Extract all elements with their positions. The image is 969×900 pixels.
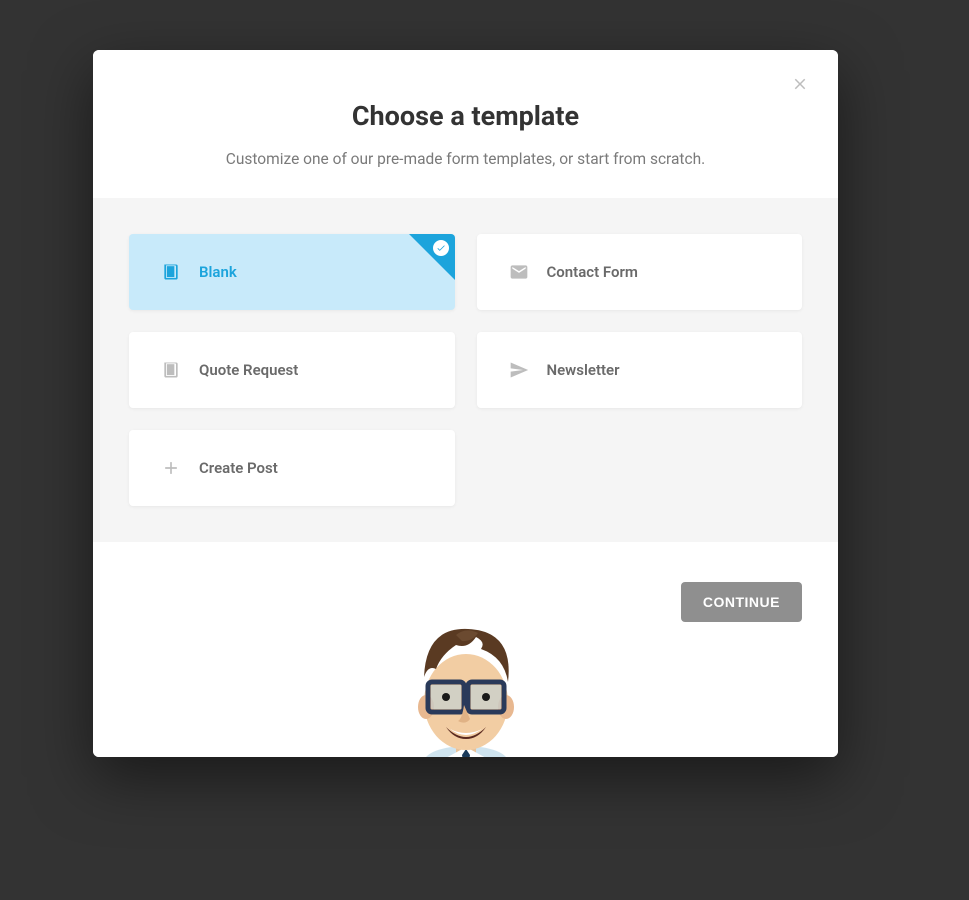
template-card-contact-form[interactable]: Contact Form <box>477 234 803 310</box>
mascot-illustration <box>386 587 546 757</box>
template-card-newsletter[interactable]: Newsletter <box>477 332 803 408</box>
template-card-blank[interactable]: Blank <box>129 234 455 310</box>
modal-body: Blank Contact Form Quote Request Newslet… <box>93 198 838 542</box>
continue-button[interactable]: CONTINUE <box>681 582 802 622</box>
template-card-create-post[interactable]: Create Post <box>129 430 455 506</box>
template-grid: Blank Contact Form Quote Request Newslet… <box>129 234 802 506</box>
book-icon <box>161 262 181 282</box>
mail-icon <box>509 262 529 282</box>
template-label: Quote Request <box>199 361 298 379</box>
modal-subtitle: Customize one of our pre-made form templ… <box>133 150 798 168</box>
template-card-quote-request[interactable]: Quote Request <box>129 332 455 408</box>
book-icon <box>161 360 181 380</box>
modal-title: Choose a template <box>133 100 798 132</box>
modal-header: Choose a template Customize one of our p… <box>93 50 838 198</box>
selected-badge <box>409 234 455 280</box>
template-label: Contact Form <box>547 263 638 281</box>
template-label: Create Post <box>199 459 278 477</box>
close-icon <box>791 75 809 93</box>
template-label: Newsletter <box>547 361 620 379</box>
template-label: Blank <box>199 263 237 281</box>
send-icon <box>509 360 529 380</box>
close-button[interactable] <box>790 75 810 95</box>
modal-footer: CONTINUE <box>93 542 838 757</box>
template-chooser-modal: Choose a template Customize one of our p… <box>93 50 838 757</box>
check-icon <box>433 240 449 256</box>
plus-icon <box>161 458 181 478</box>
